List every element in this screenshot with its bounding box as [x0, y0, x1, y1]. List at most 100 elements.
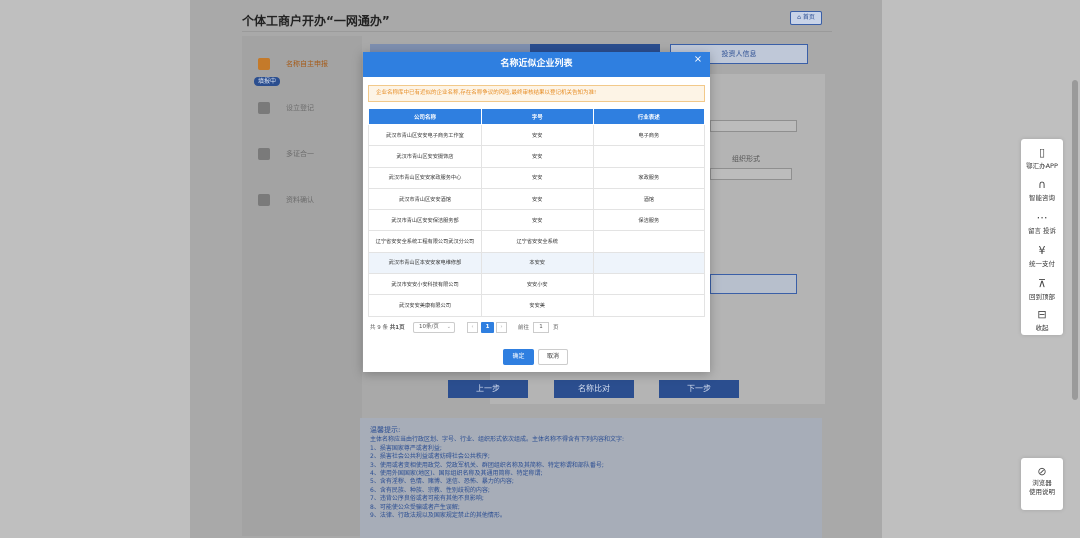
tip-line: 3、使用或者变相使用政党、党政军机关、群团组织名称及其简称、特定称谓和部队番号; — [370, 461, 604, 469]
page-size-select[interactable]: 10条/页 ⌄ — [413, 322, 455, 333]
step-label: 多证合一 — [286, 150, 314, 158]
float-label: 统一支付 — [1029, 260, 1055, 268]
prev-button[interactable]: 上一步 — [448, 380, 528, 398]
step-confirm[interactable]: 资料确认 — [258, 194, 314, 206]
companies-table: 公司名称 字号 行业表述 武汉市青山区安安电子商务工作室 安安 电子商务 武汉市青山… — [368, 108, 706, 317]
step-label: 资料确认 — [286, 196, 314, 204]
yen-icon: ¥ — [1038, 244, 1046, 257]
cell-brand: 安安 — [480, 187, 594, 211]
step-multi-cert[interactable]: 多证合一 — [258, 148, 314, 160]
step-name-declare[interactable]: 名称自主申报 — [258, 58, 328, 70]
steps-panel: 名称自主申报 填报中 设立登记 多证合一 资料确认 — [242, 36, 362, 536]
arrow-up-icon: ⊼ — [1037, 277, 1047, 290]
goto-page-input[interactable]: 1 — [533, 322, 549, 333]
cell-brand: 安安小安 — [480, 273, 594, 296]
message-complaint-link[interactable]: ⋯ 留言 投诉 — [1021, 211, 1063, 236]
pagination: 共 9 条 共1页 10条/页 ⌄ ‹ 1 › 前往 1 页 — [370, 322, 700, 334]
browser-guide-link[interactable]: ⊘ 浏览器 使用说明 — [1021, 458, 1063, 510]
home-label: 首页 — [802, 14, 815, 21]
doc-edit-icon — [258, 58, 270, 70]
status-badge: 填报中 — [254, 77, 281, 86]
float-label: 浏览器 — [1032, 479, 1052, 487]
certificate-icon — [258, 148, 270, 160]
tip-line: 6、含有民族、种族、宗教、性别歧视的内容; — [370, 486, 490, 494]
next-page-button[interactable]: › — [496, 322, 507, 333]
cell-brand: 安安 — [480, 166, 594, 189]
cell-company: 武汉市青山区安安家政服务中心 — [368, 166, 482, 189]
cell-company: 武汉市青山区安安酒馆 — [368, 187, 482, 211]
phone-icon: ▯ — [1038, 146, 1046, 159]
cell-industry — [592, 294, 706, 317]
compare-button[interactable]: 名称比对 — [554, 380, 634, 398]
table-row[interactable]: 武汉市青山区安安家政服务中心 安安 家政服务 — [368, 166, 706, 189]
column-header-company: 公司名称 — [368, 108, 482, 125]
cell-industry: 保洁服务 — [592, 209, 706, 232]
tip-line: 7、违背公序良俗或者可能有其他不良影响; — [370, 495, 484, 503]
form-select[interactable] — [710, 120, 797, 132]
table-row[interactable]: 武汉市青山区本安安家电维修部 本安安 — [368, 251, 706, 275]
cell-company: 武汉市青山区安安电子商务工作室 — [368, 123, 482, 147]
cell-industry: 酒馆 — [592, 187, 706, 211]
close-icon[interactable]: × — [692, 54, 704, 66]
float-label: 鄂汇办APP — [1026, 162, 1058, 170]
page-header: 个体工商户开办“一网通办” ⌂ 首页 — [242, 6, 832, 32]
table-row[interactable]: 武汉市青山区安安摄饰店 安安 — [368, 145, 706, 168]
float-label: 回到顶部 — [1029, 293, 1055, 301]
table-header-row: 公司名称 字号 行业表述 — [368, 108, 706, 125]
table-row[interactable]: 武汉市青山区安安电子商务工作室 安安 电子商务 — [368, 123, 706, 147]
column-header-brand: 字号 — [480, 108, 594, 125]
table-row[interactable]: 武汉市青山区安安酒馆 安安 酒馆 — [368, 187, 706, 211]
back-to-top-button[interactable]: ⊼ 回到顶部 — [1021, 277, 1063, 302]
cell-brand: 安安 — [480, 123, 594, 147]
cell-company: 武汉安安美康有限公司 — [368, 294, 482, 317]
cell-company: 辽宁省安安全系统工程有限公司武汉分公司 — [368, 230, 482, 253]
cancel-button[interactable]: 取消 — [538, 349, 568, 365]
modal-header: 名称近似企业列表 — [363, 52, 710, 77]
browser-icon: ⊘ — [1037, 465, 1047, 478]
step-label: 设立登记 — [286, 104, 314, 112]
table-row[interactable]: 辽宁省安安全系统工程有限公司武汉分公司 辽宁省安安全系统 — [368, 230, 706, 253]
cell-industry: 家政服务 — [592, 166, 706, 189]
table-row[interactable]: 武汉安安美康有限公司 安安美 — [368, 294, 706, 317]
tip-line: 8、可能使公众受骗或者产生误解; — [370, 503, 460, 511]
confirm-button[interactable]: 确定 — [503, 349, 534, 365]
page-number-current[interactable]: 1 — [481, 322, 494, 333]
app-link[interactable]: ▯ 鄂汇办APP — [1021, 146, 1063, 171]
file-icon — [258, 194, 270, 206]
step-register[interactable]: 设立登记 — [258, 102, 314, 114]
cell-brand: 安安美 — [480, 294, 594, 317]
tip-line: 9、法律、行政法规以及国家规定禁止的其他情形。 — [370, 512, 506, 520]
chat-icon: ⋯ — [1036, 211, 1048, 224]
org-form-select[interactable] — [710, 168, 792, 180]
table-row[interactable]: 武汉市青山区安安保洁服务部 安安 保洁服务 — [368, 209, 706, 232]
tip-line: 1、损害国家尊严或者利益; — [370, 444, 442, 452]
home-button[interactable]: ⌂ 首页 — [790, 11, 822, 25]
next-button[interactable]: 下一步 — [659, 380, 739, 398]
float-label: 智能咨询 — [1029, 194, 1055, 202]
cell-industry: 电子商务 — [592, 123, 706, 147]
goto-unit: 页 — [553, 325, 559, 331]
form-icon — [258, 102, 270, 114]
smart-consult-link[interactable]: ∩ 智能咨询 — [1021, 179, 1063, 203]
cell-brand: 本安安 — [480, 251, 594, 275]
cell-industry — [592, 230, 706, 253]
page-scrollbar[interactable] — [1072, 80, 1078, 400]
form-input[interactable] — [710, 274, 797, 294]
tip-line: 主体名称应当由行政区划、字号、行业、组织形式依次组成。主体名称不得含有下列内容和… — [370, 436, 625, 444]
minus-square-icon: ⊟ — [1037, 308, 1047, 321]
cell-brand: 安安 — [480, 209, 594, 232]
cell-company: 武汉市安安小安科技有限公司 — [368, 273, 482, 296]
goto-label: 前往 — [518, 325, 530, 331]
column-header-industry: 行业表述 — [592, 108, 706, 125]
cell-industry — [592, 251, 706, 275]
table-row[interactable]: 武汉市安安小安科技有限公司 安安小安 — [368, 273, 706, 296]
floating-toolbar: ▯ 鄂汇办APP ∩ 智能咨询 ⋯ 留言 投诉 ¥ 统一支付 ⊼ 回到顶部 ⊟ … — [1021, 139, 1063, 335]
collapse-button[interactable]: ⊟ 收起 — [1021, 308, 1063, 333]
prev-page-button[interactable]: ‹ — [467, 322, 478, 333]
tip-line: 2、损害社会公共利益或者妨碍社会公共秩序; — [370, 453, 490, 461]
cell-industry — [592, 145, 706, 168]
cell-company: 武汉市青山区安安摄饰店 — [368, 145, 482, 168]
float-label: 使用说明 — [1029, 488, 1055, 496]
cell-industry — [592, 273, 706, 296]
payment-link[interactable]: ¥ 统一支付 — [1021, 244, 1063, 269]
